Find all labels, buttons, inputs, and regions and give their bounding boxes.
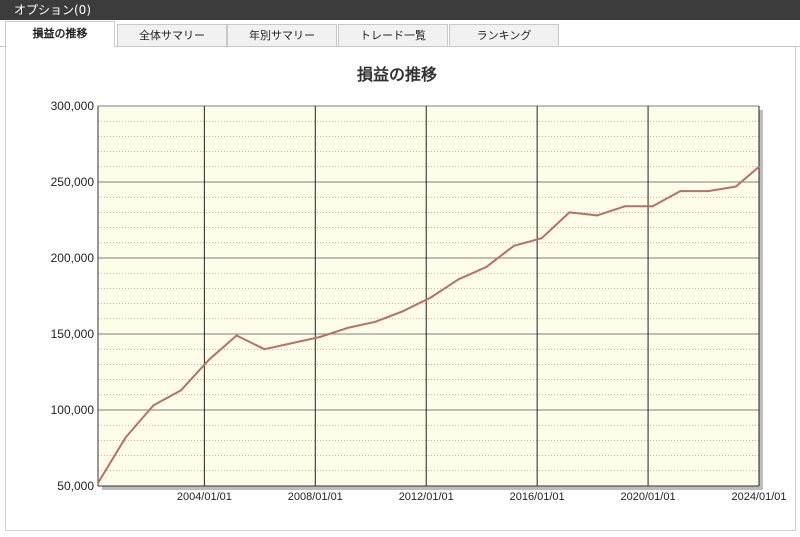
y-tick-label: 200,000 — [51, 251, 95, 265]
data-point — [596, 214, 599, 217]
plot-area — [98, 106, 759, 486]
x-tick-label: 2020/01/01 — [621, 491, 676, 503]
data-point — [758, 165, 760, 168]
data-point — [540, 237, 543, 240]
y-tick-label: 300,000 — [51, 99, 95, 113]
x-tick-label: 2008/01/01 — [288, 491, 343, 503]
x-tick-label: 2016/01/01 — [510, 491, 565, 503]
data-point — [623, 205, 626, 208]
data-point — [651, 205, 654, 208]
data-point — [457, 278, 460, 281]
data-point — [707, 190, 710, 193]
data-point — [97, 481, 99, 484]
data-point — [124, 436, 127, 439]
x-tick-label: 2024/01/01 — [731, 491, 786, 503]
y-tick-label: 50,000 — [57, 479, 94, 493]
data-point — [318, 336, 321, 339]
data-point — [512, 244, 515, 247]
data-point — [568, 211, 571, 214]
profit-chart: 損益の推移 50,000 100,000 150,000 200,000 250,000… — [51, 65, 787, 503]
data-point — [263, 348, 266, 351]
y-tick-label: 250,000 — [51, 175, 95, 189]
y-tick-label: 150,000 — [51, 327, 95, 341]
data-point — [291, 342, 294, 345]
data-point — [207, 358, 210, 361]
y-tick-label: 100,000 — [51, 403, 95, 417]
data-point — [734, 185, 737, 188]
data-point — [679, 190, 682, 193]
x-tick-label: 2004/01/01 — [177, 491, 232, 503]
data-point — [346, 326, 349, 329]
data-point — [429, 296, 432, 299]
x-tick-label: 2012/01/01 — [399, 491, 454, 503]
data-point — [485, 266, 488, 269]
data-point — [235, 334, 238, 337]
data-point — [180, 389, 183, 392]
data-point — [401, 310, 404, 313]
chart-title: 損益の推移 — [357, 65, 437, 84]
data-point — [152, 404, 155, 407]
data-point — [374, 320, 377, 323]
